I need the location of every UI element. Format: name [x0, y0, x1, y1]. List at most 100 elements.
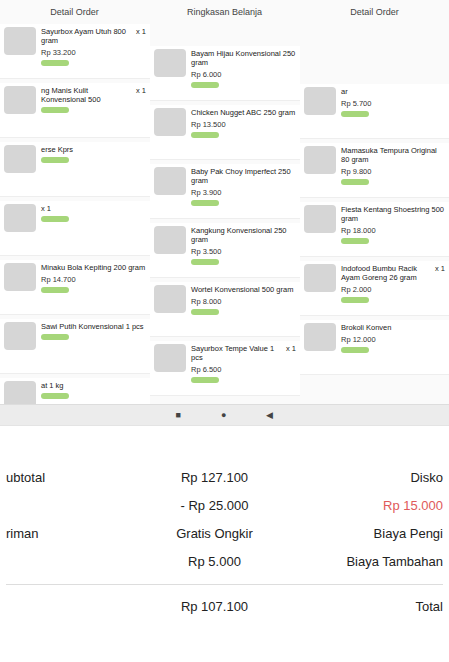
- green-tag-icon: [41, 157, 69, 163]
- product-name: at 1 kg: [41, 381, 64, 390]
- product-price: Rp 33.200: [41, 48, 146, 57]
- product-row[interactable]: Minaku Bola Kepiting 200 gramRp 14.700: [0, 260, 150, 315]
- product-row[interactable]: Indofood Bumbu Racik Ayam Goreng 26 gram…: [300, 261, 449, 316]
- summary-row: ubtotalRp 127.100Disko: [6, 466, 443, 488]
- product-name: ar: [341, 87, 348, 96]
- product-qty: x 1: [435, 264, 445, 282]
- product-thumb-icon: [304, 205, 336, 233]
- product-name: Bayam Hijau Konvensional 250 gram: [191, 49, 296, 67]
- green-tag-icon: [41, 393, 69, 399]
- product-row[interactable]: Sayurbox Ayam Utuh 800 gramx 1Rp 33.200: [0, 24, 150, 79]
- product-thumb-icon: [4, 27, 36, 55]
- product-row[interactable]: Kangkung Konvensional 250 gram Rp 3.500: [150, 223, 300, 278]
- product-row[interactable]: Baby Pak Choy Imperfect 250 gram Rp 3.900: [150, 164, 300, 219]
- product-row[interactable]: Mamasuka Tempura Original 80 gramRp 9.80…: [300, 143, 449, 198]
- product-price: Rp 12.000: [341, 335, 445, 344]
- header-title: Ringkasan Belanja: [187, 7, 262, 17]
- green-tag-icon: [191, 82, 219, 88]
- summary-row: Rp 107.100Total: [6, 584, 443, 617]
- product-price: Rp 8.000: [191, 297, 296, 306]
- green-tag-icon: [191, 309, 219, 315]
- green-tag-icon: [341, 179, 369, 185]
- product-thumb-icon: [304, 264, 336, 292]
- green-tag-icon: [41, 287, 69, 293]
- nav-button[interactable]: ●: [221, 410, 226, 420]
- product-name: erse Kprs: [41, 145, 73, 154]
- product-price: Rp 3.500: [191, 247, 296, 256]
- product-name: Baby Pak Choy Imperfect 250 gram: [191, 167, 296, 185]
- summary-text: Rp 5.000: [116, 554, 313, 569]
- header-title: Detail Order: [350, 7, 399, 17]
- product-thumb-icon: [154, 49, 186, 77]
- product-name: Sawi Putih Konvensional 1 pcs: [41, 322, 144, 331]
- summary-text: Rp 15.000: [313, 498, 443, 513]
- product-thumb-icon: [154, 108, 186, 136]
- green-tag-icon: [191, 377, 219, 383]
- product-thumb-icon: [154, 285, 186, 313]
- product-row[interactable]: Fiesta Kentang Shoestring 500 gram Rp 18.…: [300, 202, 449, 257]
- product-thumb-icon: [4, 322, 36, 350]
- product-thumb-icon: [4, 381, 36, 404]
- product-column: Bayam Hijau Konvensional 250 gram Rp 6.00…: [150, 24, 300, 404]
- product-row[interactable]: Brokoli KonvenRp 12.000: [300, 320, 449, 375]
- product-name: Fiesta Kentang Shoestring 500 gram: [341, 205, 445, 223]
- summary-text: Biaya Pengi: [313, 526, 443, 541]
- product-row[interactable]: at 1 kg: [0, 378, 150, 404]
- product-thumb-icon: [154, 344, 186, 372]
- green-tag-icon: [341, 347, 369, 353]
- product-price: Rp 5.700: [341, 99, 445, 108]
- product-thumb-icon: [154, 167, 186, 195]
- product-thumb-icon: [304, 323, 336, 351]
- summary-text: Rp 127.100: [116, 470, 313, 485]
- green-tag-icon: [41, 334, 69, 340]
- product-qty: x 1: [286, 344, 296, 362]
- product-name: Wortel Konvensional 500 gram: [191, 285, 293, 294]
- product-price: Rp 2.000: [341, 285, 445, 294]
- green-tag-icon: [41, 107, 69, 113]
- product-row[interactable]: ar Rp 5.700: [300, 84, 449, 139]
- green-tag-icon: [41, 216, 69, 222]
- summary-text: - Rp 25.000: [116, 498, 313, 513]
- product-price: Rp 13.500: [191, 120, 296, 129]
- product-qty: x 1: [41, 204, 51, 213]
- header-title: Detail Order: [50, 7, 99, 17]
- product-name: Mamasuka Tempura Original 80 gram: [341, 146, 445, 164]
- nav-button[interactable]: ◀: [266, 410, 273, 420]
- product-column: ar Rp 5.700 Mamasuka Tempura Original 80 g…: [300, 24, 449, 404]
- product-price: Rp 6.000: [191, 70, 296, 79]
- green-tag-icon: [341, 238, 369, 244]
- green-tag-icon: [341, 111, 369, 117]
- product-row[interactable]: Sayurbox Tempe Value 1 pcsx 1Rp 6.500: [150, 341, 300, 396]
- product-row[interactable]: Wortel Konvensional 500 gram Rp 8.000: [150, 282, 300, 337]
- product-price: Rp 3.900: [191, 188, 296, 197]
- summary-text: Rp 107.100: [116, 599, 313, 614]
- product-row[interactable]: Chicken Nugget ABC 250 gram Rp 13.500: [150, 105, 300, 160]
- product-row[interactable]: x 1: [0, 201, 150, 256]
- product-name: Minaku Bola Kepiting 200 gram: [41, 263, 145, 272]
- header-bar: Detail Order Ringkasan Belanja Detail Orde…: [0, 0, 449, 24]
- product-name: Sayurbox Ayam Utuh 800 gram: [41, 27, 132, 45]
- summary-text: Gratis Ongkir: [116, 526, 313, 541]
- order-screen: Detail Order Ringkasan Belanja Detail Orde…: [0, 0, 449, 662]
- product-row[interactable]: ng Manis Kulit Konvensional 500x 1: [0, 83, 150, 138]
- product-row[interactable]: Bayam Hijau Konvensional 250 gram Rp 6.00…: [150, 46, 300, 101]
- product-row[interactable]: Sawi Putih Konvensional 1 pcs: [0, 319, 150, 374]
- product-name: Chicken Nugget ABC 250 gram: [191, 108, 295, 117]
- summary-text: Biaya Tambahan: [313, 554, 443, 569]
- product-name: ng Manis Kulit Konvensional 500: [41, 86, 132, 104]
- product-name: Kangkung Konvensional 250 gram: [191, 226, 296, 244]
- green-tag-icon: [191, 132, 219, 138]
- product-thumb-icon: [4, 86, 36, 114]
- product-thumb-icon: [304, 87, 336, 115]
- product-thumb-icon: [304, 146, 336, 174]
- nav-button[interactable]: ■: [176, 410, 181, 420]
- product-row[interactable]: erse Kprs: [0, 142, 150, 197]
- product-price: Rp 18.000: [341, 226, 445, 235]
- order-list-panel: Detail Order Ringkasan Belanja Detail Orde…: [0, 0, 449, 425]
- summary-panel: ubtotalRp 127.100Disko - Rp 25.000Rp 15.0…: [0, 425, 449, 662]
- summary-text: Total: [313, 599, 443, 614]
- product-thumb-icon: [4, 145, 36, 173]
- summary-row: - Rp 25.000Rp 15.000: [6, 494, 443, 516]
- green-tag-icon: [341, 297, 369, 303]
- product-column: Sayurbox Ayam Utuh 800 gramx 1Rp 33.200n…: [0, 24, 150, 404]
